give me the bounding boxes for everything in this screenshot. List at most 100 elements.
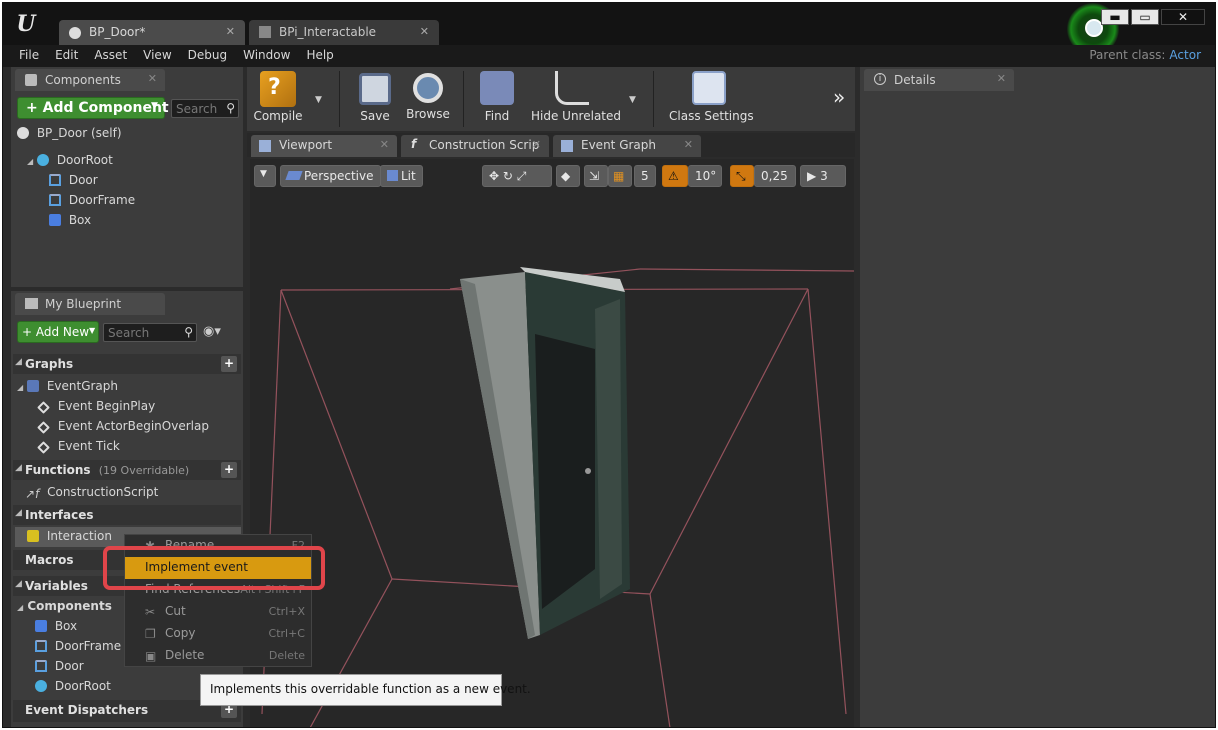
variable-item-doorroot[interactable]: DoorRoot — [35, 679, 111, 693]
toolbar-overflow-icon[interactable]: » — [833, 85, 845, 109]
event-item[interactable]: Event ActorBeginOverlap — [37, 419, 209, 434]
delete-icon: ▣ — [145, 649, 157, 663]
tab-event-graph[interactable]: Event Graph ✕ — [553, 135, 701, 157]
variable-item-doorframe[interactable]: DoorFrame — [35, 639, 121, 653]
tab-construction-script[interactable]: f Construction Scrip ✕ — [401, 135, 549, 157]
class-settings-button[interactable]: Class Settings — [669, 71, 754, 123]
variable-item-box[interactable]: Box — [35, 619, 77, 633]
parent-class-link[interactable]: Actor — [1169, 48, 1201, 62]
menu-item-copy[interactable]: ❐ Copy Ctrl+C — [125, 623, 311, 645]
rotation-snap-toggle[interactable]: ⚠ — [662, 165, 688, 187]
components-search-input[interactable]: Search ⚲ — [171, 99, 239, 118]
maximize-button[interactable]: ▭ — [1131, 9, 1159, 25]
tree-item-door[interactable]: Door — [49, 173, 98, 187]
section-label: Functions — [25, 463, 91, 477]
compile-icon: ? — [260, 71, 296, 107]
grid-snap-value[interactable]: 5 — [634, 165, 656, 187]
close-window-button[interactable]: ✕ — [1161, 9, 1205, 25]
camera-speed-value: 3 — [820, 169, 828, 183]
hide-unrelated-button[interactable]: Hide Unrelated — [531, 71, 621, 123]
variable-item-door[interactable]: Door — [35, 659, 84, 673]
magnifier-icon — [413, 73, 443, 103]
add-component-button[interactable]: + Add Component — [17, 97, 169, 119]
event-item[interactable]: Event BeginPlay — [37, 399, 155, 414]
self-row[interactable]: BP_Door (self) — [17, 126, 122, 140]
close-icon[interactable]: ✕ — [420, 25, 429, 38]
viewport[interactable]: ▼ Perspective Lit ✥ ↻ ⤢ ◆ ⇲ ▦ 5 ⚠ 10° ⤡ … — [250, 159, 854, 727]
menu-item-delete[interactable]: ▣ Delete Delete — [125, 645, 311, 667]
variable-label: Box — [54, 619, 78, 633]
surface-snapping-button[interactable]: ⇲ — [584, 165, 608, 187]
section-graphs[interactable]: ◢ Graphs + — [13, 354, 241, 374]
unreal-logo-icon: U — [16, 11, 36, 37]
browse-button[interactable]: Browse — [405, 71, 451, 121]
menu-help[interactable]: Help — [298, 45, 341, 67]
menu-asset[interactable]: Asset — [86, 45, 135, 67]
tab-bp-door[interactable]: BP_Door* ✕ — [59, 20, 245, 45]
details-tab[interactable]: i Details ✕ — [864, 69, 1014, 91]
close-icon[interactable]: ✕ — [532, 138, 541, 151]
coordinate-space-button[interactable]: ◆ — [556, 165, 580, 187]
add-graph-button[interactable]: + — [221, 356, 237, 372]
scale-arrow-icon: ⤡ — [736, 169, 746, 183]
components-tab[interactable]: Components ✕ — [15, 69, 165, 91]
menu-file[interactable]: File — [11, 45, 47, 67]
lit-label: Lit — [401, 169, 416, 183]
menu-edit[interactable]: Edit — [47, 45, 86, 67]
visibility-eye-icon[interactable]: ◉▾ — [203, 324, 221, 339]
function-icon: ↗f — [25, 487, 40, 501]
browse-label: Browse — [406, 107, 450, 121]
section-interfaces[interactable]: ◢ Interfaces — [13, 505, 241, 525]
menu-view[interactable]: View — [135, 45, 179, 67]
cut-icon: ✂ — [145, 605, 156, 619]
variable-label: DoorRoot — [54, 679, 111, 693]
scale-snap-toggle[interactable]: ⤡ — [730, 165, 754, 187]
tab-viewport[interactable]: Viewport ✕ — [251, 135, 397, 157]
menu-item-cut[interactable]: ✂ Cut Ctrl+X — [125, 601, 311, 623]
function-item-constructionscript[interactable]: ↗f ConstructionScript — [25, 485, 158, 501]
menu-item-label: Delete — [165, 648, 205, 662]
tab-bpi-interactable[interactable]: BPi_Interactable ✕ — [249, 20, 439, 45]
hide-unrelated-options-chevron-icon[interactable]: ▼ — [629, 95, 636, 105]
add-new-button[interactable]: + Add New — [17, 321, 99, 343]
menu-window[interactable]: Window — [235, 45, 298, 67]
close-icon[interactable]: ✕ — [148, 72, 157, 85]
event-icon — [37, 401, 50, 414]
tree-item-box[interactable]: Box — [49, 213, 91, 227]
menu-debug[interactable]: Debug — [180, 45, 235, 67]
section-functions[interactable]: ◢ Functions (19 Overridable) + — [13, 460, 241, 480]
close-icon[interactable]: ✕ — [380, 138, 389, 151]
scale-snap-value[interactable]: 0,25 — [754, 165, 796, 187]
transform-tools[interactable]: ✥ ↻ ⤢ — [482, 165, 552, 187]
event-graph-icon — [561, 140, 573, 152]
close-icon[interactable]: ✕ — [226, 25, 235, 38]
close-icon[interactable]: ✕ — [684, 138, 693, 151]
my-blueprint-tab[interactable]: My Blueprint — [15, 293, 165, 315]
rotation-snap-value[interactable]: 10° — [688, 165, 722, 187]
blueprint-search-input[interactable]: Search ⚲ — [103, 323, 197, 342]
lit-button[interactable]: Lit — [380, 165, 423, 187]
variable-category-components[interactable]: ◢ Components — [17, 599, 112, 613]
grid-snap-toggle[interactable]: ▦ — [608, 165, 632, 187]
components-tab-label: Components — [45, 73, 121, 87]
camera-speed-button[interactable]: ▶ 3 — [800, 165, 846, 187]
save-button[interactable]: Save — [355, 71, 395, 123]
collapse-icon: ◢ — [15, 579, 22, 589]
tree-item-doorframe[interactable]: DoorFrame — [49, 193, 135, 207]
node-connection-icon — [555, 71, 589, 105]
world-cube-icon: ◆ — [561, 169, 571, 183]
add-function-button[interactable]: + — [221, 462, 237, 478]
blueprint-icon — [69, 27, 81, 39]
event-item[interactable]: Event Tick — [37, 439, 120, 454]
tree-item-doorroot[interactable]: ◢ DoorRoot — [27, 153, 113, 167]
close-icon[interactable]: ✕ — [997, 72, 1006, 85]
perspective-button[interactable]: Perspective — [280, 165, 381, 187]
find-button[interactable]: Find — [477, 71, 517, 123]
graph-item-eventgraph[interactable]: ◢ EventGraph — [17, 379, 118, 393]
toolbar-separator — [463, 71, 464, 127]
compile-options-chevron-icon[interactable]: ▼ — [315, 95, 322, 105]
viewport-options-button[interactable]: ▼ — [254, 165, 276, 187]
compile-button[interactable]: ? Compile — [253, 71, 303, 123]
minimize-button[interactable]: ▬ — [1101, 9, 1129, 25]
blueprint-toolbar: ? Compile ▼ Save Browse Find Hide Unrela… — [247, 67, 855, 131]
